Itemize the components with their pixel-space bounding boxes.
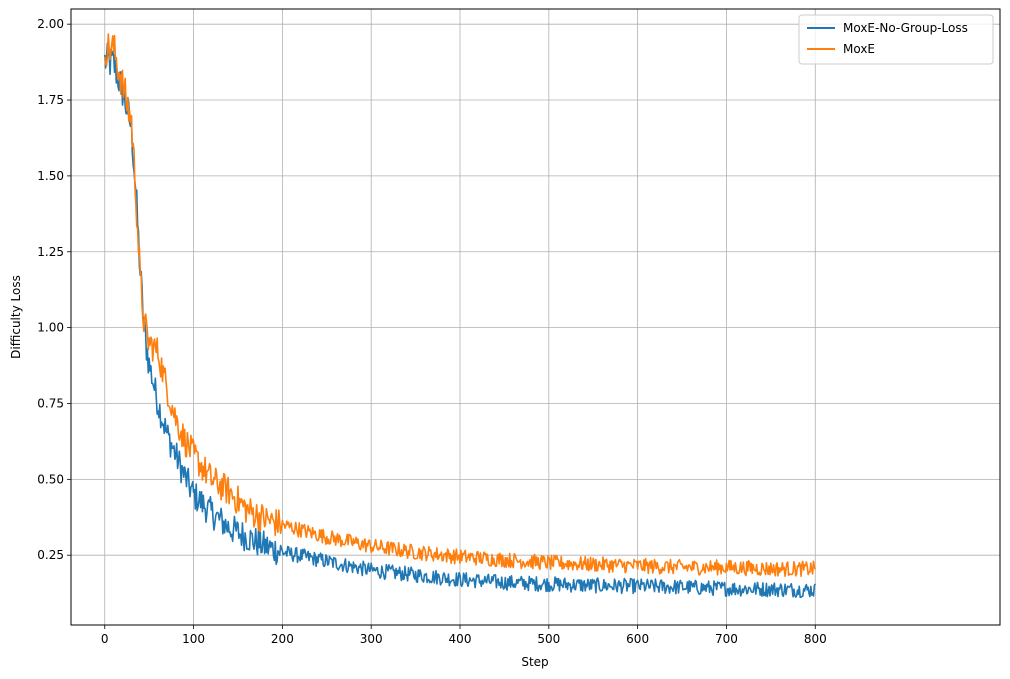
x-tick-label: 300	[360, 632, 383, 646]
x-tick-label: 700	[715, 632, 738, 646]
x-axis-label: Step	[521, 655, 548, 669]
x-tick-label: 500	[537, 632, 560, 646]
y-tick-label: 1.50	[37, 169, 64, 183]
y-tick-label: 1.25	[37, 245, 64, 259]
legend-label: MoxE-No-Group-Loss	[843, 21, 968, 35]
legend-label: MoxE	[843, 42, 875, 56]
x-tick-label: 800	[804, 632, 827, 646]
y-axis-label: Difficulty Loss	[9, 275, 23, 359]
y-tick-label: 0.25	[37, 548, 64, 562]
legend: MoxE-No-Group-Loss MoxE	[798, 14, 994, 65]
y-tick-label: 1.75	[37, 93, 64, 107]
x-tick-label: 100	[182, 632, 205, 646]
line-chart: 0 100 200 300 400 500 600 700 800 0.25 0.50 0.75 1.…	[9, 8, 1001, 669]
x-axis: 0 100 200 300 400 500 600 700 800	[101, 625, 827, 646]
x-tick-label: 400	[449, 632, 472, 646]
y-tick-label: 1.00	[37, 321, 64, 335]
y-tick-label: 0.50	[37, 472, 64, 486]
y-tick-label: 0.75	[37, 396, 64, 410]
x-tick-label: 0	[101, 632, 109, 646]
y-axis: 0.25 0.50 0.75 1.00 1.25 1.50 1.75 2.00	[37, 17, 71, 562]
plot-background	[71, 9, 1000, 625]
y-tick-label: 2.00	[37, 17, 64, 31]
x-tick-label: 600	[626, 632, 649, 646]
x-tick-label: 200	[271, 632, 294, 646]
